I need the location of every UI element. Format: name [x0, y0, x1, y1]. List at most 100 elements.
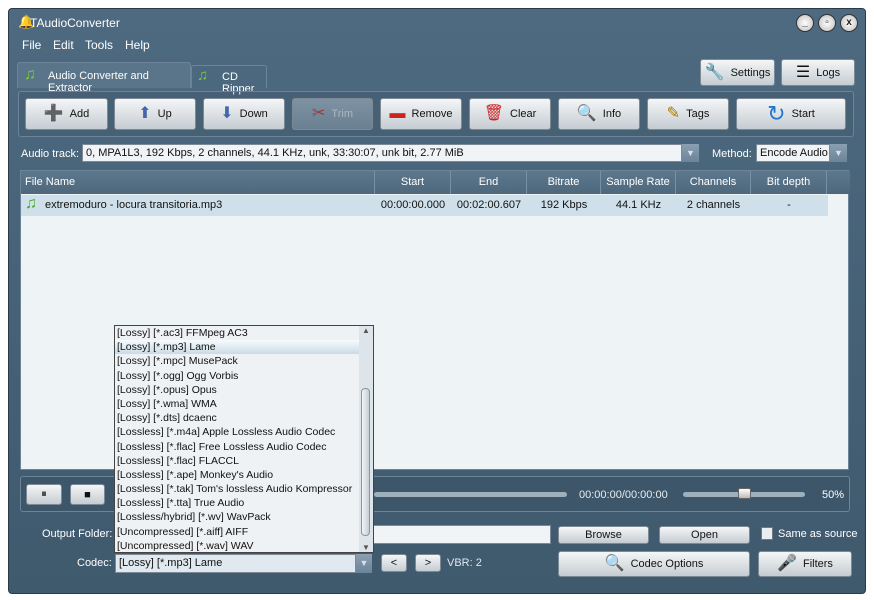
dropdown-scrollbar[interactable]: ▲ ▼	[359, 326, 373, 552]
codec-option[interactable]: [Lossless] [*.ape] Monkey's Audio	[115, 468, 360, 482]
down-label: Down	[239, 108, 268, 120]
clear-label: Clear	[510, 108, 537, 120]
trim-icon: ✂	[312, 105, 326, 122]
add-label: Add	[69, 108, 90, 120]
column-header-start[interactable]: Start	[375, 171, 451, 194]
stop-icon: ■	[84, 488, 91, 501]
trim-button[interactable]: ✂ Trim	[292, 98, 373, 130]
menu-tools[interactable]: Tools	[85, 38, 113, 52]
codec-option[interactable]: [Lossy] [*.wma] WMA	[115, 397, 360, 411]
close-button[interactable]: x	[840, 14, 858, 32]
add-icon: ➕	[43, 105, 64, 122]
column-header-end[interactable]: End	[451, 171, 527, 194]
menu-edit[interactable]: Edit	[53, 38, 74, 52]
next-codec-button[interactable]: >	[415, 554, 441, 572]
maximize-button[interactable]: ▫	[818, 14, 836, 32]
clear-icon: 🗑	[483, 105, 504, 122]
menu-file[interactable]: File	[22, 38, 41, 52]
codec-option[interactable]: [Uncompressed] [*.wav] WAV	[115, 539, 360, 553]
chevron-down-icon[interactable]: ▼	[682, 144, 699, 162]
document-icon: ☰	[795, 63, 811, 81]
column-header-spacer	[827, 171, 850, 194]
audio-track-select[interactable]: 0, MPA1L3, 192 Kbps, 2 channels, 44.1 KH…	[82, 144, 682, 162]
start-icon: ↻	[767, 101, 786, 126]
microphone-icon: 🎤	[777, 555, 797, 572]
info-icon: 🔍	[576, 105, 597, 122]
info-label: Info	[602, 108, 622, 120]
codec-option[interactable]: [Lossless] [*.tak] Tom's lossless Audio …	[115, 482, 360, 496]
pause-icon: ⏸	[41, 488, 47, 500]
codec-option[interactable]: [Lossless] [*.tta] True Audio	[115, 496, 360, 510]
seek-slider[interactable]	[374, 492, 567, 497]
same-as-source-checkbox[interactable]	[761, 527, 773, 540]
browse-button[interactable]: Browse	[558, 526, 649, 544]
cell-channels: 2 channels	[686, 199, 741, 211]
down-icon: ⬇	[220, 105, 234, 122]
remove-button[interactable]: ▬ Remove	[380, 98, 462, 130]
column-header-sample-rate[interactable]: Sample Rate	[601, 171, 676, 194]
trim-label: Trim	[331, 108, 353, 120]
scroll-up-icon[interactable]: ▲	[359, 326, 373, 335]
pause-button[interactable]: ⏸	[26, 484, 62, 505]
up-button[interactable]: ⬆ Up	[114, 98, 196, 130]
start-button[interactable]: ↻ Start	[736, 98, 846, 130]
info-button[interactable]: 🔍 Info	[558, 98, 640, 130]
scrollbar-thumb[interactable]	[361, 388, 370, 536]
previous-codec-button[interactable]: <	[381, 554, 407, 572]
column-header-file-name[interactable]: File Name	[21, 171, 375, 194]
codec-option[interactable]: [Lossy] [*.ogg] Ogg Vorbis	[115, 369, 360, 383]
codec-options-label: Codec Options	[630, 558, 704, 570]
tab-audio-converter[interactable]: ♫ Audio Converter and Extractor	[17, 62, 191, 94]
same-as-source-label: Same as source	[778, 528, 858, 540]
cell-bit-depth: -	[787, 199, 791, 211]
chevron-down-icon[interactable]: ▼	[830, 144, 847, 162]
tab-cd-ripper[interactable]: ♫ CD Ripper	[191, 65, 267, 95]
codec-option[interactable]: [Uncompressed] [*.aiff] AIFF	[115, 525, 360, 539]
clear-button[interactable]: 🗑 Clear	[469, 98, 551, 130]
settings-label: Settings	[730, 66, 771, 79]
down-button[interactable]: ⬇ Down	[203, 98, 285, 130]
stop-button[interactable]: ■	[70, 484, 105, 505]
start-label: Start	[791, 108, 815, 120]
output-folder-label: Output Folder:	[42, 528, 113, 540]
codec-option[interactable]: [Lossless] [*.flac] Free Lossless Audio …	[115, 440, 360, 454]
menu-help[interactable]: Help	[125, 38, 150, 52]
codec-select[interactable]: [Lossy] [*.mp3] Lame	[115, 554, 356, 573]
cell-end: 00:02:00.607	[456, 199, 522, 211]
minimize-button[interactable]: _	[796, 14, 814, 32]
codec-option[interactable]: [Lossy] [*.opus] Opus	[115, 383, 360, 397]
chevron-down-icon[interactable]: ▼	[356, 554, 372, 573]
cell-sample-rate: 44.1 KHz	[615, 199, 662, 211]
codec-option[interactable]: [Lossy] [*.mpc] MusePack	[115, 354, 360, 368]
cell-file-name: extremoduro - locura transitoria.mp3	[45, 199, 223, 211]
tags-label: Tags	[686, 108, 710, 120]
logs-button[interactable]: ☰ Logs	[781, 59, 855, 86]
filters-button[interactable]: 🎤 Filters	[758, 551, 852, 577]
scroll-down-icon[interactable]: ▼	[359, 543, 373, 552]
column-header-channels[interactable]: Channels	[676, 171, 751, 194]
player-time: 00:00:00/00:00:00	[579, 489, 668, 501]
column-header-bit-depth[interactable]: Bit depth	[751, 171, 827, 194]
vbr-label: VBR: 2	[447, 557, 482, 569]
cd-music-icon: ♫	[197, 67, 209, 84]
cell-start: 00:00:00.000	[380, 199, 446, 211]
column-header-bitrate[interactable]: Bitrate	[527, 171, 601, 194]
method-select[interactable]: Encode Audio	[756, 144, 830, 162]
codec-option[interactable]: [Lossy] [*.mp3] Lame	[115, 340, 360, 355]
volume-slider-thumb[interactable]	[738, 488, 751, 499]
tags-icon: ✎	[666, 105, 681, 122]
add-button[interactable]: ➕ Add	[25, 98, 108, 130]
codec-option[interactable]: [Lossless] [*.m4a] Apple Lossless Audio …	[115, 425, 360, 439]
settings-button[interactable]: 🔧 Settings	[700, 59, 775, 86]
tags-button[interactable]: ✎ Tags	[647, 98, 729, 130]
codec-option[interactable]: [Lossless/hybrid] [*.wv] WavPack	[115, 510, 360, 524]
codec-options-button[interactable]: 🔍 Codec Options	[558, 551, 750, 577]
cell-bitrate: 192 Kbps	[540, 199, 588, 211]
codec-option[interactable]: [Lossy] [*.dts] dcaenc	[115, 411, 360, 425]
music-note-icon: ♫	[24, 66, 36, 83]
open-button[interactable]: Open	[659, 526, 750, 544]
wrench-icon: 🔧	[704, 63, 725, 81]
logs-label: Logs	[816, 66, 841, 79]
codec-option[interactable]: [Lossy] [*.ac3] FFMpeg AC3	[115, 326, 360, 340]
codec-option[interactable]: [Lossless] [*.flac] FLACCL	[115, 454, 360, 468]
